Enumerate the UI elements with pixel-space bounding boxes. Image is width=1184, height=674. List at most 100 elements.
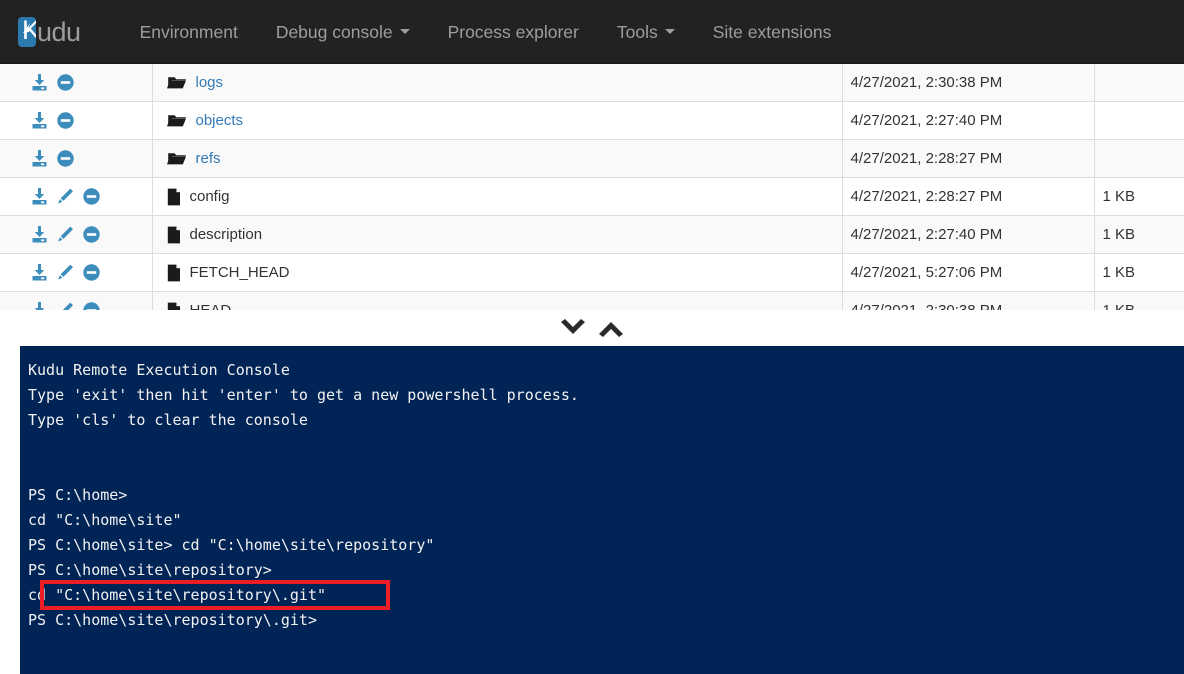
kudu-logo-letter: K xyxy=(22,17,36,45)
file-icon xyxy=(167,302,181,311)
delete-minus-circle-icon-svg xyxy=(82,225,101,244)
file-table-body: logs4/27/2021, 2:30:38 PMobjects4/27/202… xyxy=(0,64,1184,310)
console-blank-line xyxy=(28,433,1184,458)
console-line: PS C:\home\site> cd "C:\home\site\reposi… xyxy=(28,533,1184,558)
download-icon[interactable] xyxy=(30,263,49,282)
download-icon[interactable] xyxy=(30,187,49,206)
row-action-icons xyxy=(8,111,144,130)
delete-minus-circle-icon-svg xyxy=(82,187,101,206)
row-action-icons xyxy=(8,149,144,168)
chevron-down-icon[interactable] xyxy=(558,317,588,339)
row-actions-cell xyxy=(0,140,152,178)
edit-pencil-icon[interactable] xyxy=(56,225,75,244)
console-line: Type 'cls' to clear the console xyxy=(28,408,1184,433)
console-line: PS C:\home> xyxy=(28,483,1184,508)
download-icon[interactable] xyxy=(30,225,49,244)
row-name-wrapper: description xyxy=(161,226,834,244)
row-actions-cell xyxy=(0,178,152,216)
row-name-label[interactable]: objects xyxy=(196,112,244,129)
download-icon[interactable] xyxy=(30,301,49,310)
table-row: logs4/27/2021, 2:30:38 PM xyxy=(0,64,1184,102)
row-size: 1 KB xyxy=(1094,216,1184,254)
chevron-up-icon[interactable] xyxy=(596,317,626,339)
row-action-icons xyxy=(8,263,144,282)
delete-minus-circle-icon[interactable] xyxy=(56,111,75,130)
row-name-wrapper: refs xyxy=(161,150,834,167)
kudu-logo-icon: K xyxy=(18,17,36,47)
row-action-icons xyxy=(8,187,144,206)
chevron-down-icon xyxy=(665,29,675,34)
row-size xyxy=(1094,140,1184,178)
delete-minus-circle-icon[interactable] xyxy=(82,263,101,282)
download-icon-svg xyxy=(30,301,49,310)
row-name-cell: FETCH_HEAD xyxy=(152,254,842,292)
row-name-wrapper: config xyxy=(161,188,834,206)
folder-icon xyxy=(167,150,187,167)
table-row: objects4/27/2021, 2:27:40 PM xyxy=(0,102,1184,140)
row-name-label: FETCH_HEAD xyxy=(190,264,290,281)
edit-pencil-icon-svg xyxy=(56,301,75,310)
row-action-icons xyxy=(8,73,144,92)
row-actions-cell xyxy=(0,292,152,311)
download-icon-svg xyxy=(30,187,49,206)
nav-item-process-explorer[interactable]: Process explorer xyxy=(429,0,598,64)
file-icon-svg xyxy=(167,264,181,282)
console-line: PS C:\home\site\repository> xyxy=(28,558,1184,583)
edit-pencil-icon-svg xyxy=(56,187,75,206)
folder-icon-svg xyxy=(167,150,187,167)
edit-pencil-icon[interactable] xyxy=(56,187,75,206)
delete-minus-circle-icon-svg xyxy=(82,301,101,310)
row-modified-date: 4/27/2021, 2:28:27 PM xyxy=(842,178,1094,216)
file-browser-table-scroll[interactable]: logs4/27/2021, 2:30:38 PMobjects4/27/202… xyxy=(0,64,1184,310)
top-navbar: K udu Environment Debug console Process … xyxy=(0,0,1184,64)
row-actions-cell xyxy=(0,216,152,254)
row-modified-date: 4/27/2021, 2:28:27 PM xyxy=(842,140,1094,178)
edit-pencil-icon[interactable] xyxy=(56,263,75,282)
download-icon-svg xyxy=(30,73,49,92)
row-modified-date: 4/27/2021, 5:27:06 PM xyxy=(842,254,1094,292)
delete-minus-circle-icon[interactable] xyxy=(82,225,101,244)
console-output: Kudu Remote Execution ConsoleType 'exit'… xyxy=(20,346,1184,633)
row-name-cell: logs xyxy=(152,64,842,102)
file-icon xyxy=(167,226,181,244)
nav-item-tools[interactable]: Tools xyxy=(598,0,694,64)
kudu-brand-logo[interactable]: K udu xyxy=(18,17,81,47)
download-icon[interactable] xyxy=(30,73,49,92)
file-icon xyxy=(167,188,181,206)
nav-item-environment[interactable]: Environment xyxy=(121,0,257,64)
delete-minus-circle-icon-svg xyxy=(82,263,101,282)
row-name-label[interactable]: refs xyxy=(196,150,221,167)
row-name-label: config xyxy=(190,188,230,205)
row-name-cell: refs xyxy=(152,140,842,178)
row-name-label: description xyxy=(190,226,263,243)
nav-item-debug-console[interactable]: Debug console xyxy=(257,0,429,64)
row-size xyxy=(1094,102,1184,140)
chevron-down-icon xyxy=(400,29,410,34)
delete-minus-circle-icon[interactable] xyxy=(56,73,75,92)
row-size: 1 KB xyxy=(1094,292,1184,311)
console-line: PS C:\home\site\repository\.git> xyxy=(28,608,1184,633)
download-icon[interactable] xyxy=(30,149,49,168)
console-size-toggles xyxy=(0,310,1184,346)
kudu-brand-text: udu xyxy=(37,17,81,47)
nav-item-site-extensions[interactable]: Site extensions xyxy=(694,0,851,64)
delete-minus-circle-icon[interactable] xyxy=(56,149,75,168)
delete-minus-circle-icon-svg xyxy=(56,73,75,92)
row-modified-date: 4/27/2021, 2:30:38 PM xyxy=(842,292,1094,311)
powershell-console[interactable]: Kudu Remote Execution ConsoleType 'exit'… xyxy=(20,346,1184,674)
nav-item-label: Environment xyxy=(140,0,238,64)
row-actions-cell xyxy=(0,64,152,102)
row-modified-date: 4/27/2021, 2:27:40 PM xyxy=(842,216,1094,254)
nav-item-label: Process explorer xyxy=(448,0,579,64)
table-row: FETCH_HEAD4/27/2021, 5:27:06 PM1 KB xyxy=(0,254,1184,292)
edit-pencil-icon-svg xyxy=(56,225,75,244)
download-icon[interactable] xyxy=(30,111,49,130)
delete-minus-circle-icon[interactable] xyxy=(82,187,101,206)
console-line: Kudu Remote Execution Console xyxy=(28,358,1184,383)
file-icon-svg xyxy=(167,302,181,311)
row-size xyxy=(1094,64,1184,102)
edit-pencil-icon[interactable] xyxy=(56,301,75,310)
row-name-label[interactable]: logs xyxy=(196,74,224,91)
delete-minus-circle-icon[interactable] xyxy=(82,301,101,310)
nav-item-label: Site extensions xyxy=(713,0,832,64)
